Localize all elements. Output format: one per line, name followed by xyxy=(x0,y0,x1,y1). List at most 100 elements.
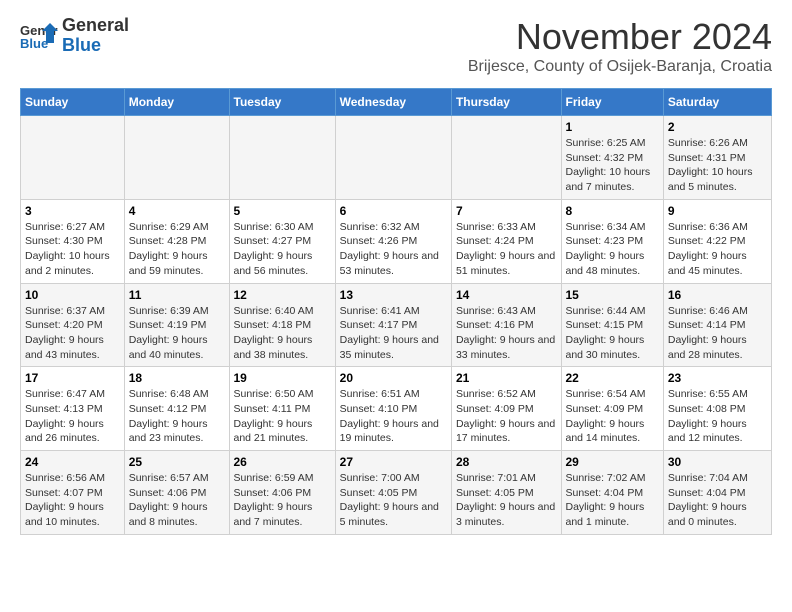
month-title: November 2024 xyxy=(468,16,772,58)
day-cell: 22 Sunrise: 6:54 AM Sunset: 4:09 PM Dayli… xyxy=(561,367,663,451)
header: General Blue General Blue November 2024 … xyxy=(20,16,772,76)
calendar-header: SundayMondayTuesdayWednesdayThursdayFrid… xyxy=(21,89,772,116)
day-number: 23 xyxy=(668,371,767,385)
day-number: 16 xyxy=(668,288,767,302)
week-row-3: 10 Sunrise: 6:37 AM Sunset: 4:20 PM Dayli… xyxy=(21,283,772,367)
day-cell: 15Sunrise: 6:44 AM Sunset: 4:15 PM Dayli… xyxy=(561,283,663,367)
day-info: Sunrise: 6:51 AM Sunset: 4:10 PM Dayligh… xyxy=(340,387,447,446)
day-info: Sunrise: 6:32 AM Sunset: 4:26 PM Dayligh… xyxy=(340,220,447,279)
day-info: Sunrise: 6:43 AM Sunset: 4:16 PM Dayligh… xyxy=(456,304,557,363)
column-header-wednesday: Wednesday xyxy=(335,89,451,116)
day-info: Sunrise: 6:33 AM Sunset: 4:24 PM Dayligh… xyxy=(456,220,557,279)
day-cell: 8Sunrise: 6:34 AM Sunset: 4:23 PM Daylig… xyxy=(561,199,663,283)
column-header-tuesday: Tuesday xyxy=(229,89,335,116)
column-header-friday: Friday xyxy=(561,89,663,116)
day-number: 9 xyxy=(668,204,767,218)
day-number: 2 xyxy=(668,120,767,134)
day-number: 3 xyxy=(25,204,120,218)
day-info: Sunrise: 6:25 AM Sunset: 4:32 PM Dayligh… xyxy=(566,136,659,195)
day-cell: 5 Sunrise: 6:30 AM Sunset: 4:27 PM Daylig… xyxy=(229,199,335,283)
day-number: 26 xyxy=(234,455,331,469)
day-info: Sunrise: 6:34 AM Sunset: 4:23 PM Dayligh… xyxy=(566,220,659,279)
day-number: 4 xyxy=(129,204,225,218)
column-header-sunday: Sunday xyxy=(21,89,125,116)
day-number: 22 xyxy=(566,371,659,385)
day-number: 30 xyxy=(668,455,767,469)
day-cell: 9 Sunrise: 6:36 AM Sunset: 4:22 PM Daylig… xyxy=(663,199,771,283)
day-info: Sunrise: 7:01 AM Sunset: 4:05 PM Dayligh… xyxy=(456,471,557,530)
day-info: Sunrise: 7:00 AM Sunset: 4:05 PM Dayligh… xyxy=(340,471,447,530)
day-number: 28 xyxy=(456,455,557,469)
day-number: 18 xyxy=(129,371,225,385)
day-cell: 6 Sunrise: 6:32 AM Sunset: 4:26 PM Daylig… xyxy=(335,199,451,283)
day-info: Sunrise: 6:54 AM Sunset: 4:09 PM Dayligh… xyxy=(566,387,659,446)
day-info: Sunrise: 6:29 AM Sunset: 4:28 PM Dayligh… xyxy=(129,220,225,279)
day-cell: 17 Sunrise: 6:47 AM Sunset: 4:13 PM Dayli… xyxy=(21,367,125,451)
week-row-2: 3 Sunrise: 6:27 AM Sunset: 4:30 PM Daylig… xyxy=(21,199,772,283)
day-number: 10 xyxy=(25,288,120,302)
day-info: Sunrise: 7:04 AM Sunset: 4:04 PM Dayligh… xyxy=(668,471,767,530)
day-info: Sunrise: 6:47 AM Sunset: 4:13 PM Dayligh… xyxy=(25,387,120,446)
day-number: 5 xyxy=(234,204,331,218)
day-number: 21 xyxy=(456,371,557,385)
day-cell: 29 Sunrise: 7:02 AM Sunset: 4:04 PM Dayli… xyxy=(561,451,663,535)
day-info: Sunrise: 6:52 AM Sunset: 4:09 PM Dayligh… xyxy=(456,387,557,446)
day-info: Sunrise: 6:56 AM Sunset: 4:07 PM Dayligh… xyxy=(25,471,120,530)
day-cell: 1Sunrise: 6:25 AM Sunset: 4:32 PM Daylig… xyxy=(561,116,663,200)
day-cell: 10 Sunrise: 6:37 AM Sunset: 4:20 PM Dayli… xyxy=(21,283,125,367)
day-cell: 24 Sunrise: 6:56 AM Sunset: 4:07 PM Dayli… xyxy=(21,451,125,535)
day-cell: 14 Sunrise: 6:43 AM Sunset: 4:16 PM Dayli… xyxy=(451,283,561,367)
day-info: Sunrise: 6:27 AM Sunset: 4:30 PM Dayligh… xyxy=(25,220,120,279)
day-info: Sunrise: 6:37 AM Sunset: 4:20 PM Dayligh… xyxy=(25,304,120,363)
day-number: 6 xyxy=(340,204,447,218)
day-info: Sunrise: 7:02 AM Sunset: 4:04 PM Dayligh… xyxy=(566,471,659,530)
day-number: 13 xyxy=(340,288,447,302)
day-info: Sunrise: 6:26 AM Sunset: 4:31 PM Dayligh… xyxy=(668,136,767,195)
day-number: 17 xyxy=(25,371,120,385)
day-cell: 16Sunrise: 6:46 AM Sunset: 4:14 PM Dayli… xyxy=(663,283,771,367)
day-info: Sunrise: 6:39 AM Sunset: 4:19 PM Dayligh… xyxy=(129,304,225,363)
day-info: Sunrise: 6:57 AM Sunset: 4:06 PM Dayligh… xyxy=(129,471,225,530)
logo-text: General Blue xyxy=(62,16,129,56)
day-number: 15 xyxy=(566,288,659,302)
day-number: 24 xyxy=(25,455,120,469)
day-number: 12 xyxy=(234,288,331,302)
day-number: 7 xyxy=(456,204,557,218)
day-cell: 19 Sunrise: 6:50 AM Sunset: 4:11 PM Dayli… xyxy=(229,367,335,451)
day-number: 19 xyxy=(234,371,331,385)
day-cell: 3 Sunrise: 6:27 AM Sunset: 4:30 PM Daylig… xyxy=(21,199,125,283)
day-cell: 13 Sunrise: 6:41 AM Sunset: 4:17 PM Dayli… xyxy=(335,283,451,367)
day-cell: 27Sunrise: 7:00 AM Sunset: 4:05 PM Dayli… xyxy=(335,451,451,535)
day-cell: 26 Sunrise: 6:59 AM Sunset: 4:06 PM Dayli… xyxy=(229,451,335,535)
column-header-saturday: Saturday xyxy=(663,89,771,116)
day-number: 29 xyxy=(566,455,659,469)
day-cell xyxy=(335,116,451,200)
svg-text:Blue: Blue xyxy=(20,36,48,51)
day-cell: 21 Sunrise: 6:52 AM Sunset: 4:09 PM Dayli… xyxy=(451,367,561,451)
day-info: Sunrise: 6:30 AM Sunset: 4:27 PM Dayligh… xyxy=(234,220,331,279)
day-cell: 25 Sunrise: 6:57 AM Sunset: 4:06 PM Dayli… xyxy=(124,451,229,535)
day-info: Sunrise: 6:41 AM Sunset: 4:17 PM Dayligh… xyxy=(340,304,447,363)
column-header-thursday: Thursday xyxy=(451,89,561,116)
day-cell: 23Sunrise: 6:55 AM Sunset: 4:08 PM Dayli… xyxy=(663,367,771,451)
logo-icon: General Blue xyxy=(20,21,58,51)
day-info: Sunrise: 6:40 AM Sunset: 4:18 PM Dayligh… xyxy=(234,304,331,363)
day-number: 14 xyxy=(456,288,557,302)
week-row-5: 24 Sunrise: 6:56 AM Sunset: 4:07 PM Dayli… xyxy=(21,451,772,535)
day-number: 11 xyxy=(129,288,225,302)
day-cell xyxy=(451,116,561,200)
title-block: November 2024 Brijesce, County of Osijek… xyxy=(468,16,772,76)
day-info: Sunrise: 6:36 AM Sunset: 4:22 PM Dayligh… xyxy=(668,220,767,279)
day-cell: 18 Sunrise: 6:48 AM Sunset: 4:12 PM Dayli… xyxy=(124,367,229,451)
day-cell: 30 Sunrise: 7:04 AM Sunset: 4:04 PM Dayli… xyxy=(663,451,771,535)
day-number: 25 xyxy=(129,455,225,469)
day-info: Sunrise: 6:50 AM Sunset: 4:11 PM Dayligh… xyxy=(234,387,331,446)
logo-general: General xyxy=(62,16,129,36)
day-cell xyxy=(124,116,229,200)
column-header-monday: Monday xyxy=(124,89,229,116)
header-row: SundayMondayTuesdayWednesdayThursdayFrid… xyxy=(21,89,772,116)
calendar-table: SundayMondayTuesdayWednesdayThursdayFrid… xyxy=(20,88,772,535)
day-info: Sunrise: 6:48 AM Sunset: 4:12 PM Dayligh… xyxy=(129,387,225,446)
day-cell: 11 Sunrise: 6:39 AM Sunset: 4:19 PM Dayli… xyxy=(124,283,229,367)
day-info: Sunrise: 6:59 AM Sunset: 4:06 PM Dayligh… xyxy=(234,471,331,530)
